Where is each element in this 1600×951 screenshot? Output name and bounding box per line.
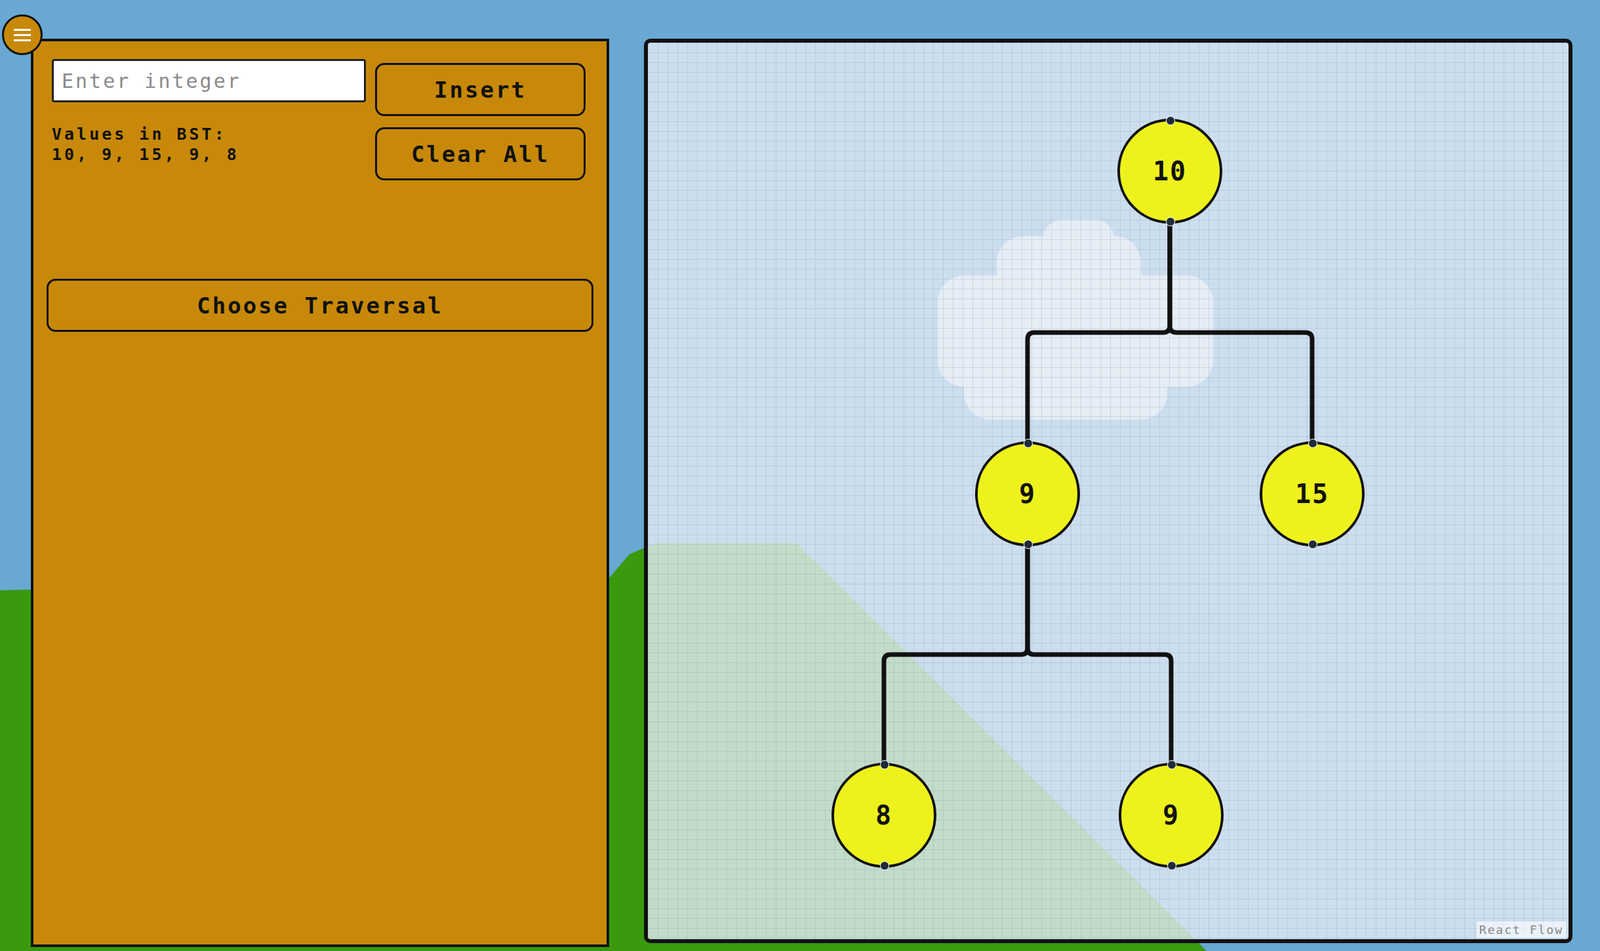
edges xyxy=(647,42,1569,940)
tree-edge xyxy=(1027,223,1170,442)
tree-node[interactable]: 10 xyxy=(1117,118,1223,224)
tree-edge xyxy=(883,546,1028,763)
button-column: Insert Clear All xyxy=(375,59,586,181)
values-list: Values in BST:10, 9, 15, 9, 8 xyxy=(51,123,366,165)
node-value: 15 xyxy=(1295,478,1330,509)
node-handle[interactable] xyxy=(880,860,890,871)
node-handle[interactable] xyxy=(1023,539,1033,549)
tree-canvas[interactable]: 10 9 8 9 15 React Flow xyxy=(643,38,1573,943)
node-handle[interactable] xyxy=(1308,539,1318,549)
node-handle[interactable] xyxy=(1023,438,1033,448)
top-row: Values in BST:10, 9, 15, 9, 8InsertClear… xyxy=(51,59,589,181)
node-handle[interactable] xyxy=(1308,438,1318,448)
node-value: 9 xyxy=(1162,800,1180,831)
node-handle[interactable] xyxy=(1165,217,1176,227)
menu-button[interactable] xyxy=(1,14,43,56)
node-value: 8 xyxy=(875,800,893,831)
values-label: Values in BST: xyxy=(51,123,366,145)
node-handle[interactable] xyxy=(1165,116,1176,126)
tree-edge xyxy=(1027,546,1172,763)
node-handle[interactable] xyxy=(1167,760,1177,770)
hamburger-icon xyxy=(12,26,33,43)
tree-edge xyxy=(1169,223,1313,442)
node-value: 10 xyxy=(1152,156,1187,187)
attribution-link[interactable]: React Flow xyxy=(1476,921,1566,938)
tree-node[interactable]: 15 xyxy=(1259,441,1365,547)
tree-node[interactable]: 9 xyxy=(975,441,1080,547)
control-panel: Values in BST:10, 9, 15, 9, 8InsertClear… xyxy=(30,38,610,947)
tree-node[interactable]: 8 xyxy=(831,762,937,868)
tree-node[interactable]: 9 xyxy=(1118,762,1224,868)
values-text: 10, 9, 15, 9, 8 xyxy=(51,144,366,165)
node-handle[interactable] xyxy=(880,760,890,770)
node-handle[interactable] xyxy=(1167,860,1177,871)
node-value: 9 xyxy=(1019,478,1037,509)
traversal-button[interactable]: Choose Traversal xyxy=(46,278,594,332)
input-column: Values in BST:10, 9, 15, 9, 8 xyxy=(51,59,366,181)
integer-input[interactable] xyxy=(51,59,366,103)
clear-all-button[interactable]: Clear All xyxy=(375,127,586,181)
insert-button[interactable]: Insert xyxy=(375,62,586,117)
